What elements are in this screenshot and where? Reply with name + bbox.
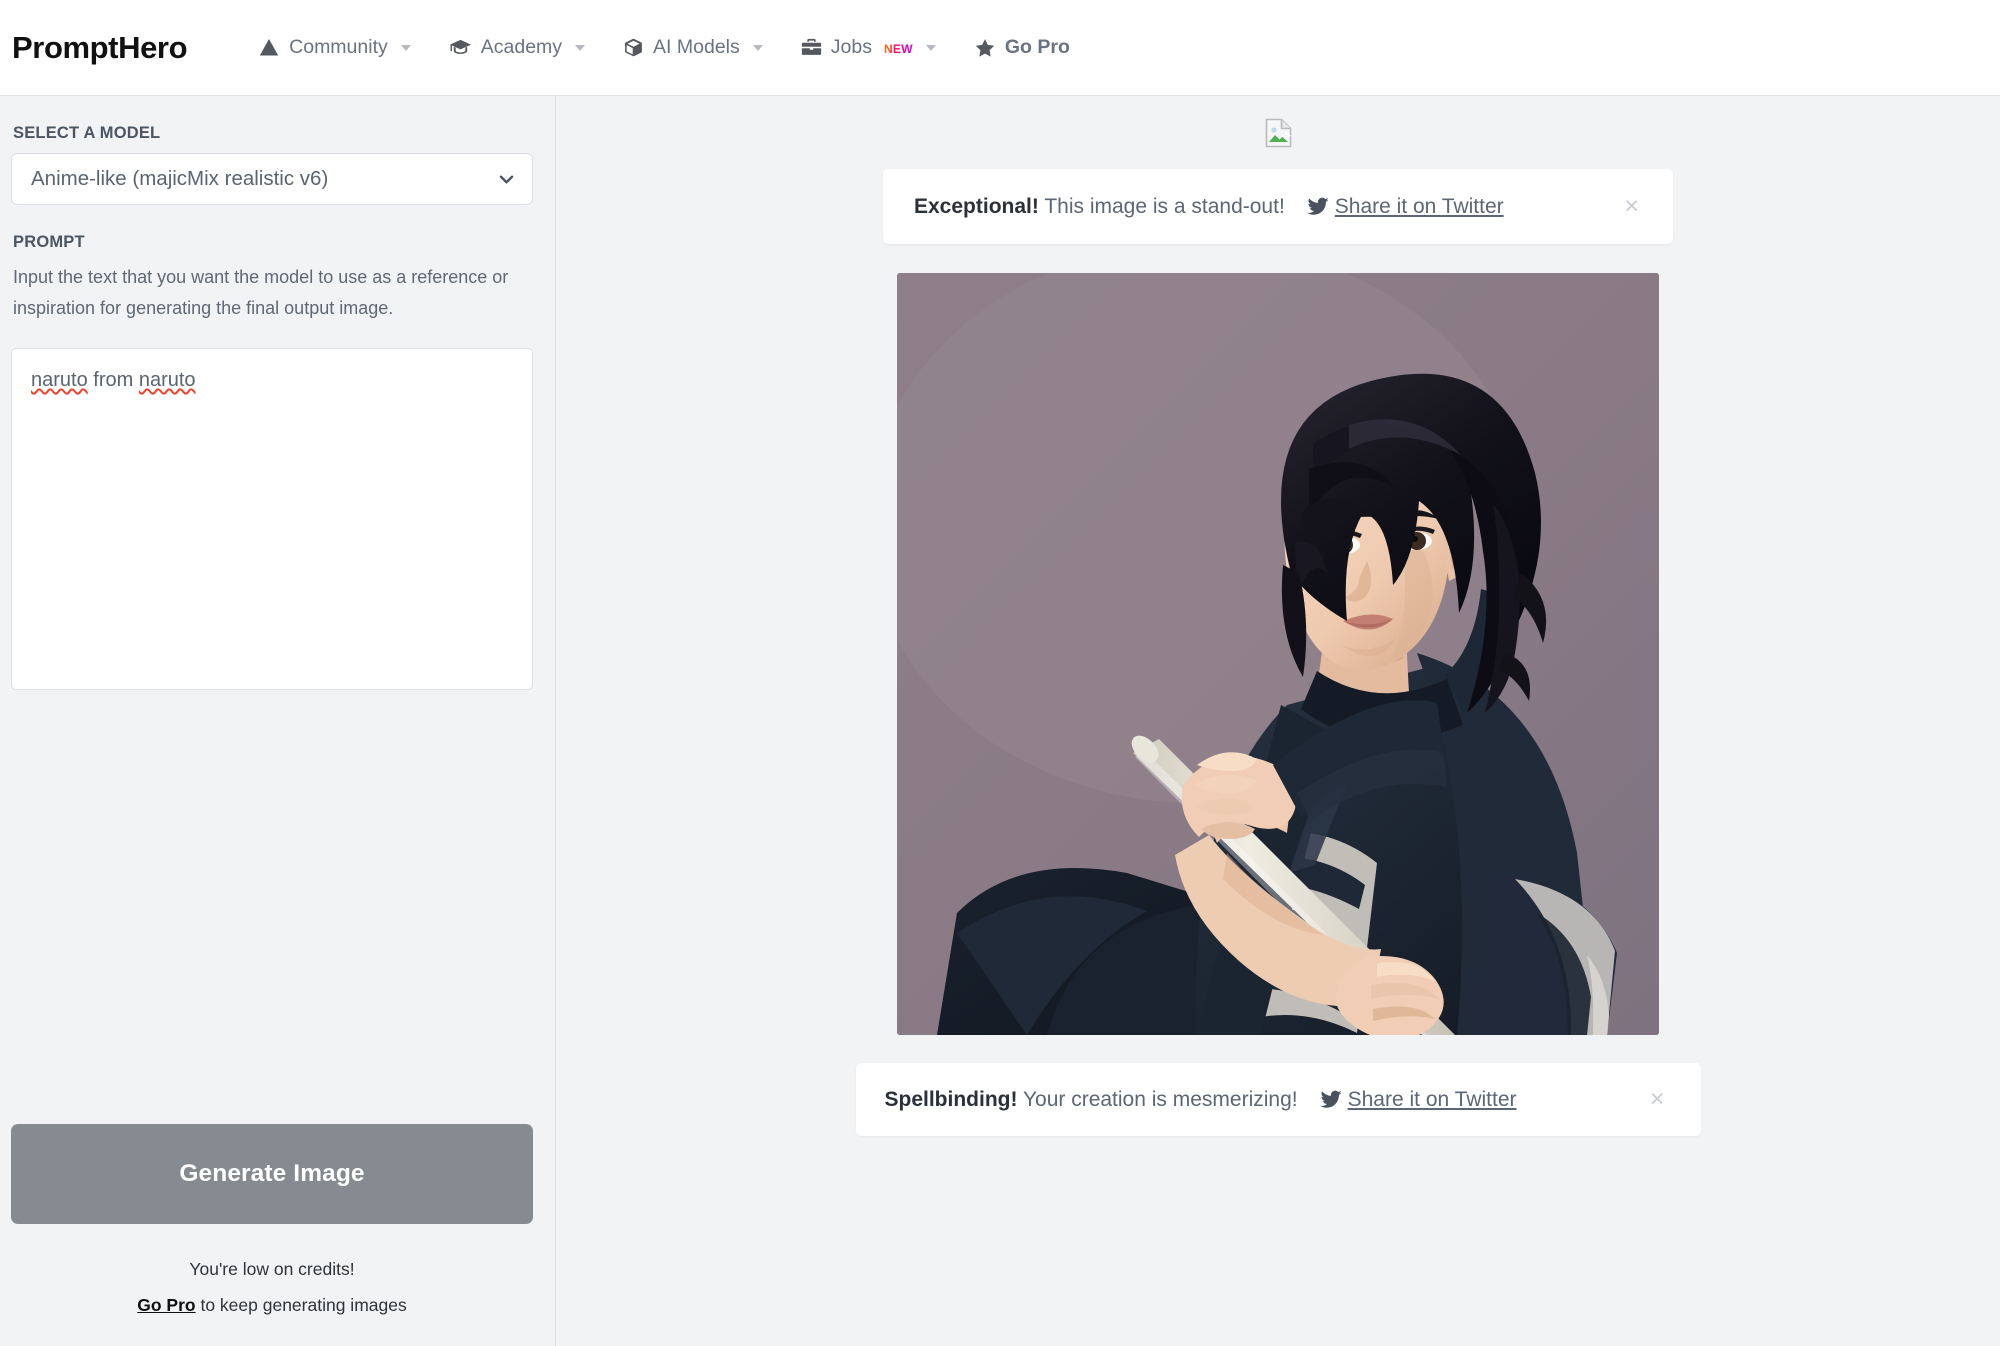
share-twitter-label-top: Share it on Twitter: [1334, 194, 1504, 218]
prompt-input[interactable]: naruto from naruto: [11, 348, 533, 690]
brand-logo[interactable]: PromptHero: [12, 30, 188, 66]
twitter-icon: [1319, 1090, 1342, 1109]
nav-item-community[interactable]: Community: [239, 0, 430, 96]
credits-notice: You're low on credits! Go Pro to keep ge…: [11, 1251, 533, 1323]
notification-banner-bottom: Spellbinding! Your creation is mesmerizi…: [855, 1063, 1701, 1136]
prompt-help-text: Input the text that you want the model t…: [13, 267, 509, 318]
sidebar-footer: Generate Image You're low on credits! Go…: [11, 1124, 533, 1346]
nav-label-go-pro: Go Pro: [1004, 36, 1070, 58]
banner-top-message: Exceptional! This image is a stand-out!: [914, 195, 1285, 219]
broken-image-icon: [1265, 118, 1292, 153]
chevron-down-icon-academy[interactable]: [575, 44, 586, 51]
generate-image-button[interactable]: Generate Image: [11, 1124, 533, 1224]
prompt-word-3: naruto: [138, 369, 196, 391]
prompt-word-1: naruto: [31, 369, 88, 391]
model-select[interactable]: Anime-like (majicMix realistic v6): [11, 153, 533, 205]
star-icon: [974, 37, 996, 59]
page-body: SELECT A MODEL Anime-like (majicMix real…: [0, 96, 2000, 1346]
share-twitter-link-bottom[interactable]: Share it on Twitter: [1319, 1087, 1517, 1112]
banner-bottom-headline: Spellbinding!: [884, 1087, 1018, 1111]
graduation-cap-icon: [449, 36, 472, 59]
chevron-down-icon-community[interactable]: [400, 44, 411, 51]
close-icon-banner-bottom[interactable]: ×: [1640, 1083, 1675, 1116]
credits-cta-row: Go Pro to keep generating images: [11, 1287, 533, 1323]
nav-item-ai-models[interactable]: AI Models: [604, 0, 782, 96]
cube-icon: [623, 37, 644, 58]
banner-bottom-message: Spellbinding! Your creation is mesmerizi…: [885, 1088, 1298, 1112]
model-field-label: SELECT A MODEL: [13, 124, 161, 142]
twitter-icon: [1306, 197, 1329, 216]
chevron-down-icon: [497, 170, 516, 189]
chevron-down-icon-jobs[interactable]: [925, 44, 936, 51]
new-badge: NEW: [883, 41, 913, 56]
banner-bottom-text: Your creation is mesmerizing!: [1017, 1087, 1298, 1111]
banner-top-headline: Exceptional!: [914, 194, 1039, 218]
generated-image-wrapper: [897, 273, 1659, 1035]
generated-image[interactable]: [897, 273, 1659, 1035]
nav-label-academy: Academy: [480, 36, 563, 58]
generation-sidebar: SELECT A MODEL Anime-like (majicMix real…: [0, 96, 556, 1346]
share-twitter-link-top[interactable]: Share it on Twitter: [1306, 194, 1504, 219]
credits-cta-tail: to keep generating images: [195, 1295, 407, 1315]
main-nav: Community Academy AI Models Jobs NEW Go …: [239, 0, 1089, 96]
share-twitter-label-bottom: Share it on Twitter: [1347, 1087, 1517, 1111]
model-select-value: Anime-like (majicMix realistic v6): [31, 167, 329, 190]
nav-label-community: Community: [289, 36, 388, 58]
prompt-word-2: from: [93, 369, 134, 391]
nav-label-ai-models: AI Models: [653, 36, 740, 58]
nav-item-jobs[interactable]: Jobs NEW: [782, 0, 955, 96]
tent-icon: [258, 37, 280, 59]
banner-top-text: This image is a stand-out!: [1038, 194, 1285, 218]
chevron-down-icon-ai-models[interactable]: [752, 44, 763, 51]
nav-label-jobs: Jobs: [830, 36, 872, 58]
site-header: PromptHero Community Academy AI Models J…: [0, 0, 2000, 96]
briefcase-icon: [801, 37, 822, 58]
close-icon-banner-top[interactable]: ×: [1614, 190, 1649, 223]
nav-item-academy[interactable]: Academy: [430, 0, 604, 96]
go-pro-link[interactable]: Go Pro: [137, 1295, 195, 1315]
prompt-field-label: PROMPT: [13, 233, 85, 251]
nav-item-go-pro[interactable]: Go Pro: [955, 0, 1089, 96]
result-panel: Exceptional! This image is a stand-out! …: [556, 96, 2000, 1346]
notification-banner-top: Exceptional! This image is a stand-out! …: [883, 169, 1673, 244]
credits-warning-text: You're low on credits!: [189, 1259, 355, 1279]
